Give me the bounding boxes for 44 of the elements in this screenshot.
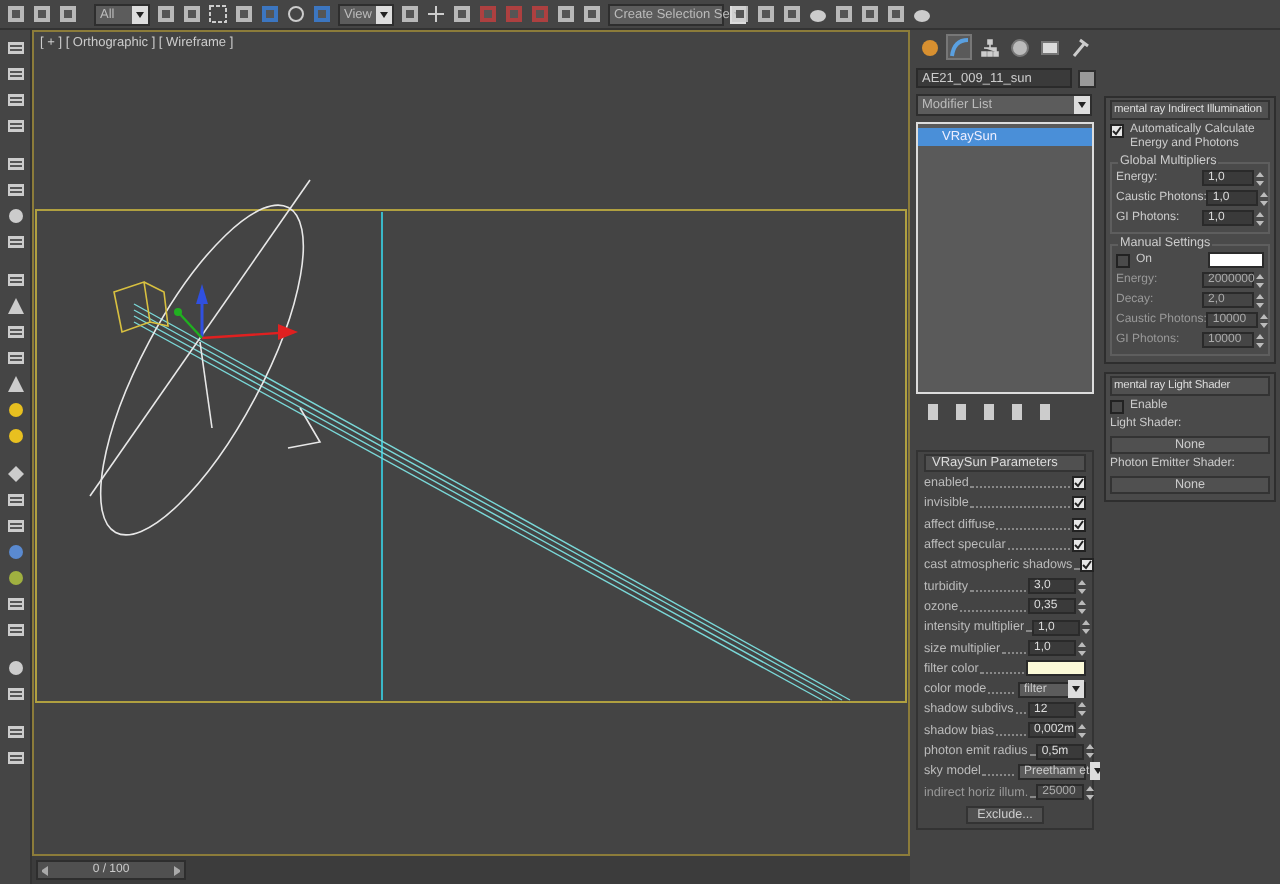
- checkbox[interactable]: [1072, 517, 1086, 532]
- spinner-arrows-icon[interactable]: [1256, 171, 1264, 186]
- rect-icon[interactable]: [208, 4, 228, 24]
- dropdown-arrow-icon[interactable]: [1074, 96, 1090, 114]
- spinner-arrows-icon[interactable]: [1256, 293, 1264, 308]
- color-swatch[interactable]: [1026, 660, 1086, 677]
- spinner-arrows-icon[interactable]: [1078, 702, 1086, 717]
- spinner-arrows-icon[interactable]: [1082, 620, 1091, 635]
- dropdown-arrow-icon[interactable]: [376, 5, 392, 23]
- disc-tab[interactable]: [1006, 34, 1032, 60]
- sphere-icon[interactable]: [5, 206, 25, 226]
- checkbox[interactable]: [1110, 124, 1124, 138]
- diamond-icon[interactable]: [5, 464, 25, 484]
- checkbox[interactable]: [1072, 496, 1086, 511]
- spinner-arrows-icon[interactable]: [1078, 641, 1086, 656]
- hierarchy-tab[interactable]: [976, 34, 1002, 60]
- color-swatch[interactable]: [1208, 252, 1264, 269]
- object-color-swatch[interactable]: [1078, 69, 1096, 87]
- sphere-tab[interactable]: [916, 34, 942, 60]
- spinner-arrows-icon[interactable]: [1256, 273, 1264, 288]
- checkbox[interactable]: [1080, 558, 1095, 573]
- spinner-arrows-icon[interactable]: [1256, 333, 1264, 348]
- checkbox[interactable]: [1110, 399, 1124, 414]
- transform-gizmo-drawing: [174, 284, 298, 340]
- spinner-arrows-icon[interactable]: [1086, 785, 1095, 800]
- plus-icon[interactable]: [426, 4, 446, 24]
- checkbox[interactable]: [1072, 538, 1086, 553]
- dropdown-arrow-icon[interactable]: [132, 5, 148, 23]
- arrow-left-icon[interactable]: [42, 865, 48, 875]
- spinner-arrows-icon[interactable]: [1256, 211, 1264, 226]
- rotate-icon[interactable]: [286, 4, 306, 24]
- spinner-arrows-icon[interactable]: [1260, 313, 1269, 328]
- globe-icon[interactable]: [5, 542, 25, 562]
- spinner-arrows-icon[interactable]: [1078, 599, 1086, 614]
- spinner-arrows-icon[interactable]: [1078, 579, 1086, 594]
- spinner-arrows-icon[interactable]: [1260, 191, 1269, 206]
- checkbox[interactable]: [1116, 253, 1130, 268]
- checkbox[interactable]: [1072, 476, 1086, 491]
- arrow-right-icon[interactable]: [173, 865, 180, 875]
- dropdown-arrow-icon[interactable]: [1068, 680, 1084, 699]
- sphere-icon[interactable]: [5, 658, 25, 678]
- cone-icon[interactable]: [5, 374, 25, 394]
- spinner-arrows-icon[interactable]: [1085, 744, 1094, 758]
- spinner-arrows-icon[interactable]: [1078, 723, 1086, 738]
